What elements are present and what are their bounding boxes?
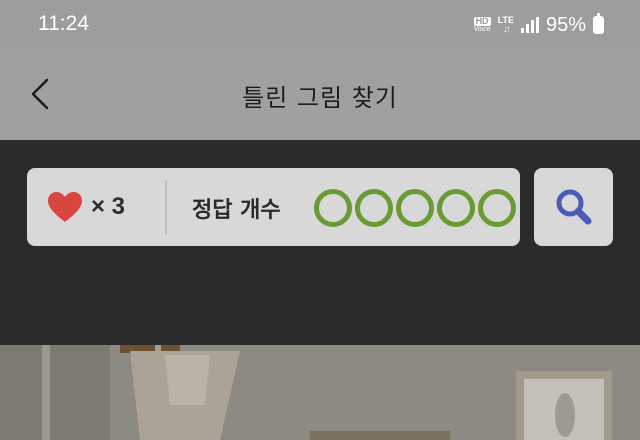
data-arrows-icon: ↓↑ — [502, 23, 511, 35]
page-title: 틀린 그림 찾기 — [242, 84, 398, 112]
heart-icon — [48, 192, 82, 222]
voice-label: Voice — [473, 26, 491, 33]
battery-percent: 95% — [545, 13, 586, 36]
search-icon — [556, 189, 591, 225]
lives-count: × 3 — [91, 193, 126, 220]
hd-label: HD — [473, 16, 491, 26]
panel-divider — [165, 180, 167, 234]
answers-label: 정답 개수 — [192, 198, 281, 223]
answer-circle — [396, 189, 434, 227]
lte-icon: LTE ↓↑ — [498, 15, 514, 35]
answer-circle — [314, 189, 352, 227]
answer-circle — [437, 189, 475, 227]
room-photo-image — [0, 345, 640, 440]
signal-icon — [520, 17, 539, 33]
lives-indicator: × 3 — [47, 168, 125, 246]
answer-circle — [355, 189, 393, 227]
game-info-panel: × 3 정답 개수 — [27, 168, 520, 246]
status-time: 11:24 — [38, 12, 89, 35]
hd-voice-icon: HD Voice — [473, 16, 491, 34]
answer-circle — [478, 189, 516, 227]
status-icons: HD Voice LTE ↓↑ 95% — [473, 12, 604, 38]
game-image[interactable] — [0, 345, 640, 440]
status-bar: 11:24 HD Voice LTE ↓↑ 95% — [0, 0, 640, 48]
app-header: 틀린 그림 찾기 — [0, 48, 640, 140]
battery-icon — [593, 13, 604, 34]
answer-progress — [314, 189, 516, 227]
hint-search-button[interactable] — [534, 168, 613, 246]
